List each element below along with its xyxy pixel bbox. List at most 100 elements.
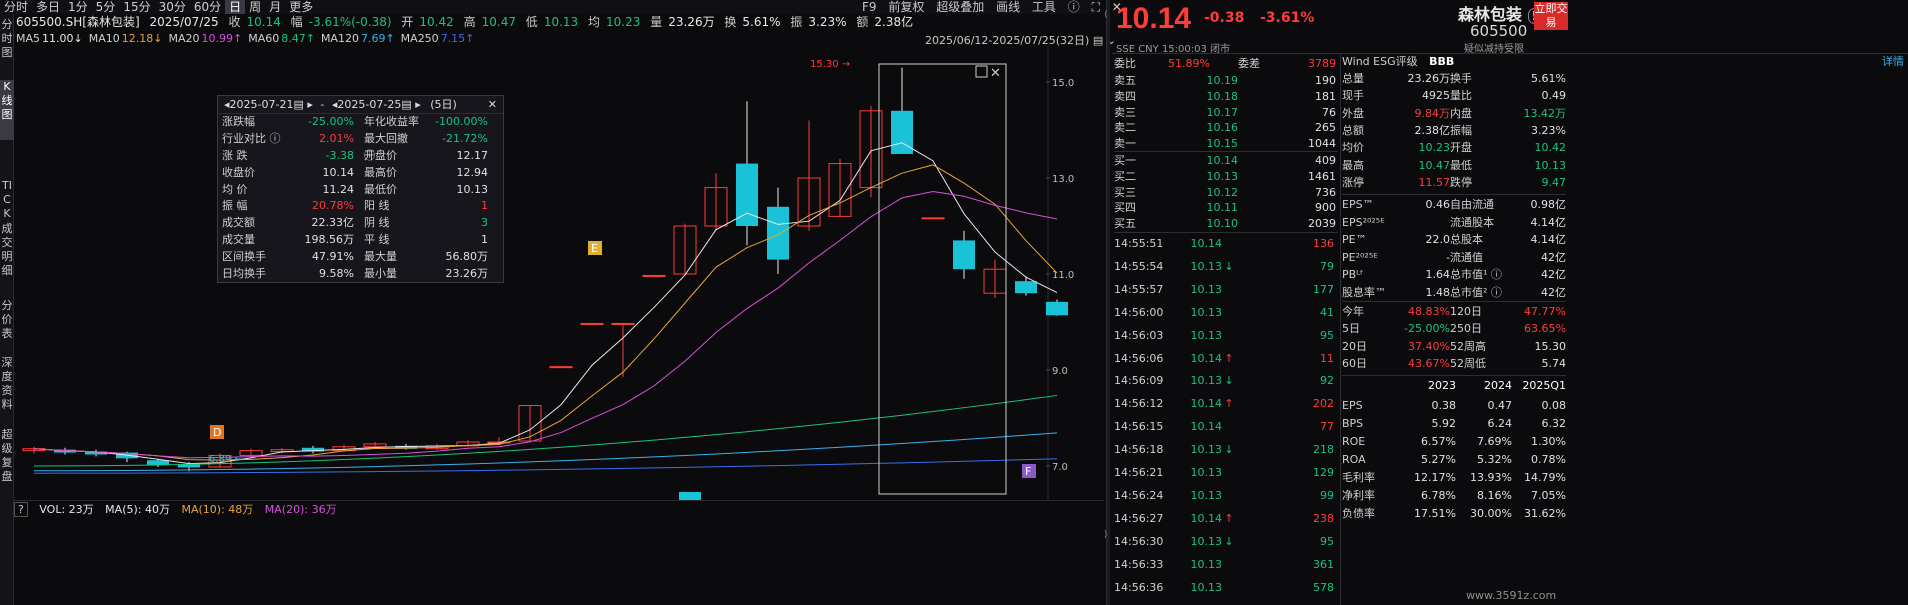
divider xyxy=(1114,232,1338,233)
f9-button[interactable]: F9 xyxy=(862,0,877,14)
fund-cell: PE²⁰²⁵ᴱ xyxy=(1342,250,1378,264)
fund-cell: 总股本 xyxy=(1450,233,1483,246)
fuquan-button[interactable]: 前复权 xyxy=(888,0,924,14)
ob-cell: 10.12 xyxy=(1206,185,1239,199)
fund-cell: ROE xyxy=(1342,435,1366,448)
stats-key: 最大量 xyxy=(364,250,397,264)
tab-6[interactable]: 60分 xyxy=(190,0,225,14)
ob-cell: 14:56:36 xyxy=(1114,580,1164,594)
date-from-picker[interactable]: ◂2025-07-21▤ ▸ xyxy=(224,98,313,111)
tab-1[interactable]: 多日 xyxy=(32,0,64,14)
ma-label-1: MA10 xyxy=(88,32,120,45)
trade-button[interactable]: 立即交易 xyxy=(1534,2,1568,30)
ma10-line xyxy=(33,164,1058,461)
stats-key: 成交量 xyxy=(222,233,255,247)
bid-row: 买一 10.14 409 xyxy=(1114,152,1338,169)
stats-value: 56.80万 xyxy=(445,250,489,264)
tab-0[interactable]: 分时 xyxy=(0,0,32,14)
ob-cell: 10.13 xyxy=(1190,580,1223,594)
annual-header: 2023 2024 2025Q1 xyxy=(1342,377,1908,394)
leftbar-item-6[interactable]: 超级复盘 xyxy=(0,428,14,498)
ma-value-2: 10.99↑ xyxy=(201,32,243,45)
maximize-icon[interactable]: ⛶ xyxy=(1092,0,1100,14)
stats-key: 涨 跌 xyxy=(222,148,248,162)
overlay-button[interactable]: 超级叠加 xyxy=(936,0,984,14)
ob-cell: 77 xyxy=(1320,420,1334,434)
fund-cell xyxy=(1342,377,1400,394)
ob-cell: 10.14 xyxy=(1190,351,1223,365)
event-marker-e[interactable]: E xyxy=(591,242,598,255)
divider xyxy=(1340,53,1341,605)
ob-cell: 14:56:33 xyxy=(1114,557,1164,571)
ob-cell: ↑ xyxy=(1224,511,1234,525)
annual-row: ROA 5.27% 5.32% 0.78% xyxy=(1342,451,1908,468)
leftbar-item-0[interactable]: 分时图 xyxy=(0,18,14,59)
fund-cell: 4.14亿 xyxy=(1530,215,1567,229)
annual-row: 负债率 17.51% 30.00% 31.62% xyxy=(1342,505,1908,522)
leftbar-item-5[interactable]: 深度资料 xyxy=(0,356,14,416)
fund-cell: 63.65% xyxy=(1524,322,1566,336)
esg-detail-link[interactable]: 详情 xyxy=(1882,54,1904,70)
fund-cell: 42亿 xyxy=(1541,268,1566,281)
tab-7[interactable]: 日 xyxy=(225,0,246,14)
tab-5[interactable]: 30分 xyxy=(155,0,190,14)
info-icon[interactable]: ⓘ xyxy=(1068,0,1080,14)
stats-key: 日均换手 xyxy=(222,267,266,281)
fund-cell: 5日 xyxy=(1342,322,1360,336)
fund-cell: 振幅 xyxy=(1450,123,1472,137)
ob-cell xyxy=(1222,579,1236,596)
ob-cell: 79 xyxy=(1320,259,1334,273)
stats-value: 2.01% xyxy=(319,131,354,145)
fund-cell: 250日 xyxy=(1450,322,1482,336)
tab-8[interactable]: 周 xyxy=(245,0,265,14)
stats-row-4: 均 价 11.24 最低价 10.13 xyxy=(218,182,503,199)
ob-cell: 202 xyxy=(1313,397,1334,411)
kline-chart[interactable]: 15.013.011.09.07.0✕15.30 →6.89 ←EDF xyxy=(14,46,1104,500)
tools-button[interactable]: 工具 xyxy=(1032,0,1056,14)
ob-cell: ↓ xyxy=(1224,443,1234,457)
draw-line-button[interactable]: 画线 xyxy=(996,0,1020,14)
order-book: 委比 51.89% 委差 3789 卖五 10.19 190 卖四 10.18 181 卖三 10.1… xyxy=(1114,55,1338,605)
fund-cell: 11.57 xyxy=(1418,175,1451,189)
ob-cell xyxy=(1222,418,1236,435)
candle-body xyxy=(580,322,604,325)
ob-cell: 409 xyxy=(1315,154,1336,167)
event-marker-d[interactable]: D xyxy=(213,426,221,439)
collapse-icon[interactable]: ⟨ ⟩ xyxy=(1104,10,1108,540)
fund-cell: 量比 xyxy=(1450,89,1472,103)
candle-body xyxy=(767,206,789,260)
tab-2[interactable]: 1分 xyxy=(64,0,92,14)
fund-cell: 外盘 xyxy=(1342,106,1364,120)
fund-cell: 48.83% xyxy=(1408,305,1450,318)
ob-cell: 买一 xyxy=(1114,154,1136,167)
stats-key: 阴 线 xyxy=(364,216,390,230)
ob-cell xyxy=(1222,487,1236,504)
tab-3[interactable]: 5分 xyxy=(92,0,120,14)
fund-cell: 现手 xyxy=(1342,89,1364,103)
ob-cell: 14:56:00 xyxy=(1114,305,1164,319)
tab-10[interactable]: 更多 xyxy=(285,0,317,14)
close-icon[interactable]: ✕ xyxy=(488,96,497,114)
fund-cell: EPS xyxy=(1342,399,1363,412)
fund-cell: 9.47 xyxy=(1541,175,1567,189)
leftbar-item-4[interactable]: 分价表 xyxy=(0,299,14,349)
stats-value: 1 xyxy=(481,199,488,213)
volume-legend: ? VOL: 23万 MA(5): 40万 MA(10): 48万 MA(20)… xyxy=(14,500,1104,518)
interval-stats-popup: ◂2025-07-21▤ ▸ - ◂2025-07-25▤ ▸ (5日) ✕ 涨… xyxy=(217,95,504,283)
tick-row: 14:56:18 10.13 ↓ 218 xyxy=(1114,441,1338,458)
help-icon[interactable]: ? xyxy=(14,502,28,517)
ma-label-4: MA120 xyxy=(320,32,359,45)
tab-9[interactable]: 月 xyxy=(265,0,285,14)
tab-4[interactable]: 15分 xyxy=(119,0,154,14)
ob-cell: 10.11 xyxy=(1206,201,1239,215)
annual-row: ROE 6.57% 7.69% 1.30% xyxy=(1342,433,1908,450)
fund-row: 外盘 9.84万 内盘 13.42万 xyxy=(1342,105,1908,122)
event-marker-f[interactable]: F xyxy=(1025,465,1031,478)
stats-row-6: 成交额 22.33亿阴 线 3 xyxy=(218,215,503,232)
leftbar-item-3[interactable]: 成交明细 xyxy=(0,222,14,302)
bid-row: 买二 10.13 1461 xyxy=(1114,168,1338,185)
maximize-icon[interactable] xyxy=(975,65,988,78)
date-to-picker[interactable]: ◂2025-07-25▤ ▸ xyxy=(332,98,421,111)
leftbar-item-1[interactable]: K线图 xyxy=(0,80,14,140)
close-icon[interactable]: ✕ xyxy=(990,66,1001,81)
